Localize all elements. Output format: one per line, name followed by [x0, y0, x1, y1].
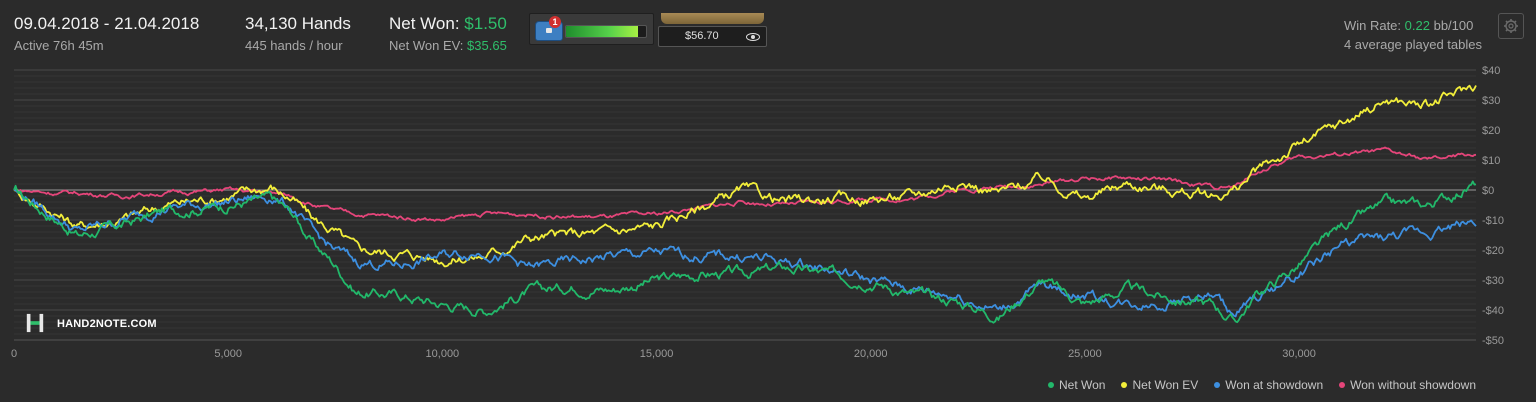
chart-series — [13, 84, 1477, 324]
y-tick-label: -$30 — [1482, 275, 1504, 287]
x-tick-label: 30,000 — [1282, 348, 1316, 360]
legend-item-net-won[interactable]: Net Won — [1048, 378, 1105, 392]
y-tick-label: -$40 — [1482, 305, 1504, 317]
y-tick-label: -$20 — [1482, 245, 1504, 257]
series-net-won-ev — [13, 84, 1477, 268]
x-tick-label: 20,000 — [854, 348, 888, 360]
y-tick-label: $0 — [1482, 185, 1494, 197]
x-tick-label: 5,000 — [214, 348, 242, 360]
legend-dot-net-won — [1048, 382, 1055, 388]
hand2note-logo-icon — [26, 313, 44, 333]
legend-item-won-at-showdown[interactable]: Won at showdown — [1214, 378, 1323, 392]
legend-dot-net-won-ev — [1121, 382, 1128, 388]
x-tick-label: 25,000 — [1068, 348, 1102, 360]
chart-legend: Net Won Net Won EV Won at showdown Won w… — [1048, 378, 1476, 392]
series-won-at-showdown — [13, 189, 1477, 318]
legend-dot-won-without-showdown — [1339, 382, 1346, 388]
legend-label-won-without-showdown: Won without showdown — [1350, 378, 1476, 392]
x-axis-ticks: 0 5,000 10,000 15,000 20,000 25,000 30,000 — [11, 348, 1316, 360]
legend-label-net-won: Net Won — [1059, 378, 1106, 392]
legend-label-won-at-showdown: Won at showdown — [1225, 378, 1324, 392]
legend-dot-won-at-showdown — [1214, 382, 1221, 388]
y-axis-ticks: $40 $30 $20 $10 $0 -$10 -$20 -$30 -$40 -$50 — [1482, 65, 1504, 347]
y-tick-label: -$10 — [1482, 215, 1504, 227]
x-tick-label: 10,000 — [426, 348, 460, 360]
legend-label-net-won-ev: Net Won EV — [1132, 378, 1199, 392]
profit-graph[interactable]: $40 $30 $20 $10 $0 -$10 -$20 -$30 -$40 -$50 0 5,00… — [0, 0, 1536, 402]
legend-item-won-without-showdown[interactable]: Won without showdown — [1339, 378, 1476, 392]
y-tick-label: -$50 — [1482, 335, 1504, 347]
x-tick-label: 15,000 — [640, 348, 674, 360]
y-tick-label: $20 — [1482, 125, 1500, 137]
x-tick-label: 0 — [11, 348, 17, 360]
logo-text: HAND2NOTE.COM — [57, 318, 157, 330]
y-tick-label: $40 — [1482, 65, 1500, 77]
legend-item-net-won-ev[interactable]: Net Won EV — [1121, 378, 1198, 392]
y-tick-label: $10 — [1482, 155, 1500, 167]
y-tick-label: $30 — [1482, 95, 1500, 107]
